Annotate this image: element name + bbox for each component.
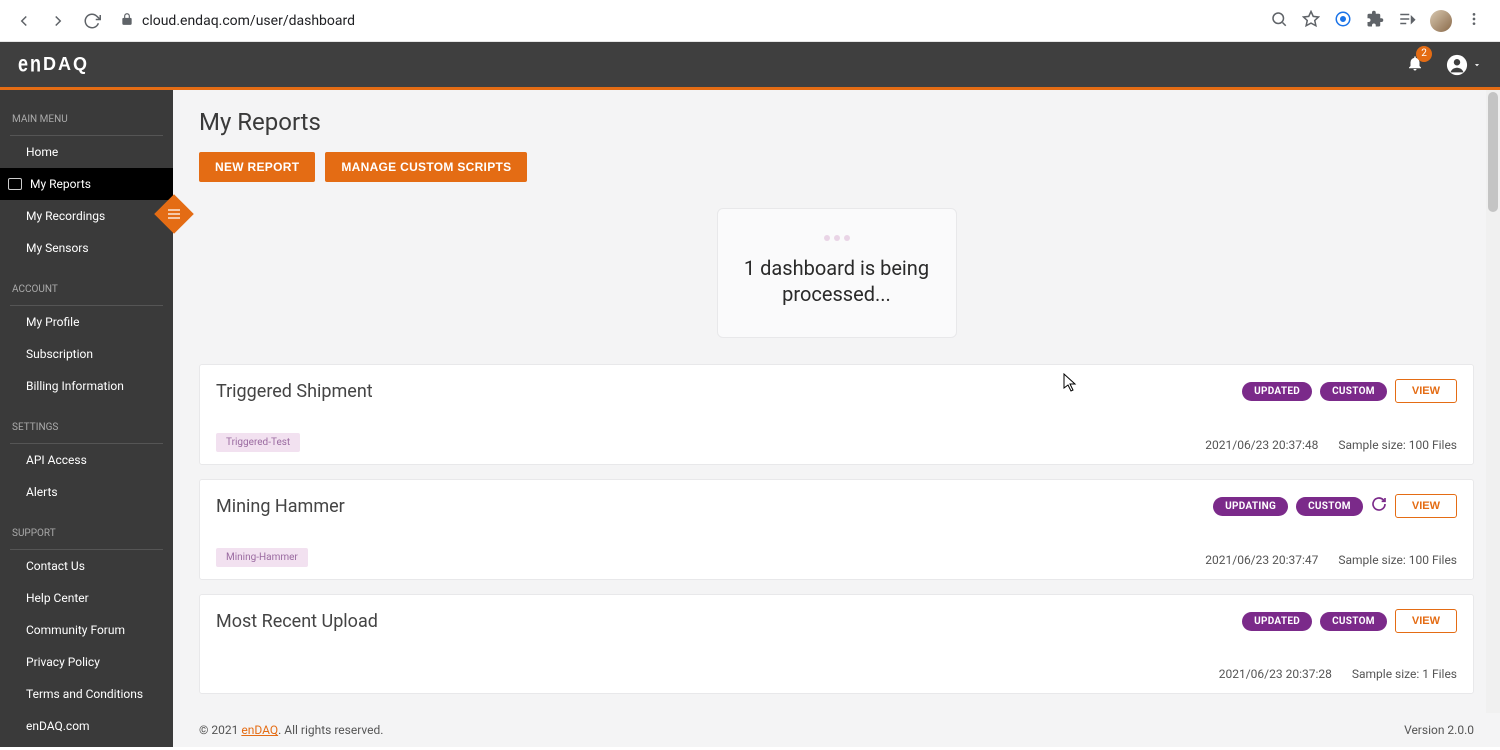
sidebar-item-my-reports[interactable]: My Reports (0, 168, 173, 200)
reading-list-icon[interactable] (1398, 10, 1416, 32)
sidebar-item-terms[interactable]: Terms and Conditions (0, 678, 173, 710)
refresh-icon[interactable] (1371, 496, 1387, 516)
status-badge: UPDATED (1242, 612, 1312, 631)
report-title: Triggered Shipment (216, 381, 373, 402)
timestamp: 2021/06/23 20:37:48 (1205, 438, 1318, 452)
footer-link[interactable]: enDAQ (241, 723, 278, 737)
sidebar-item-contact[interactable]: Contact Us (0, 550, 173, 582)
status-badge: CUSTOM (1320, 382, 1387, 401)
logo[interactable]: enDAQ (18, 54, 89, 75)
view-button[interactable]: VIEW (1395, 379, 1457, 403)
report-card: Mining Hammer UPDATING CUSTOM VIEW Mining-Ha… (199, 479, 1474, 580)
kebab-menu-icon[interactable] (1466, 11, 1482, 31)
status-badge: CUSTOM (1320, 612, 1387, 631)
sidebar-item-privacy[interactable]: Privacy Policy (0, 646, 173, 678)
reports-icon (8, 178, 22, 190)
processing-message: 1 dashboard is being processed... (738, 255, 936, 307)
sidebar-item-subscription[interactable]: Subscription (0, 338, 173, 370)
notification-badge: 2 (1416, 46, 1432, 62)
sidebar-item-my-sensors[interactable]: My Sensors (0, 232, 173, 264)
extension-circle-icon[interactable] (1334, 10, 1352, 32)
notifications-button[interactable]: 2 (1406, 54, 1424, 76)
user-menu[interactable] (1446, 54, 1482, 76)
browser-toolbar: cloud.endaq.com/user/dashboard (0, 0, 1500, 42)
sidebar-section-main: MAIN MENU (0, 108, 173, 131)
sidebar-item-billing[interactable]: Billing Information (0, 370, 173, 402)
sidebar-item-alerts[interactable]: Alerts (0, 476, 173, 508)
timestamp: 2021/06/23 20:37:28 (1219, 667, 1332, 681)
page-title: My Reports (199, 108, 1474, 136)
copyright-post: . All rights reserved. (278, 723, 383, 737)
version-text: Version 2.0.0 (1404, 723, 1474, 737)
loading-dots-icon (738, 235, 936, 241)
status-badge: UPDATED (1242, 382, 1312, 401)
app-header: enDAQ 2 (0, 42, 1500, 90)
report-tag: Triggered-Test (216, 433, 300, 452)
sidebar-section-support: SUPPORT (0, 522, 173, 545)
sidebar-section-account: ACCOUNT (0, 278, 173, 301)
sidebar-item-home[interactable]: Home (0, 136, 173, 168)
sidebar: MAIN MENU Home My Reports My Recordings … (0, 90, 173, 747)
sample-size: Sample size: 1 Files (1352, 667, 1457, 681)
report-tag: Mining-Hammer (216, 548, 308, 567)
view-button[interactable]: VIEW (1395, 494, 1457, 518)
sidebar-item-endaq-site[interactable]: enDAQ.com (0, 710, 173, 742)
sidebar-item-help-center[interactable]: Help Center (0, 582, 173, 614)
status-badge: CUSTOM (1296, 497, 1363, 516)
main-content: My Reports NEW REPORT MANAGE CUSTOM SCRI… (173, 90, 1500, 747)
report-title: Most Recent Upload (216, 611, 378, 632)
report-card: Triggered Shipment UPDATED CUSTOM VIEW Trigg… (199, 364, 1474, 465)
copyright-pre: © 2021 (199, 723, 241, 737)
sidebar-section-settings: SETTINGS (0, 416, 173, 439)
star-icon[interactable] (1302, 10, 1320, 32)
new-report-button[interactable]: NEW REPORT (199, 152, 315, 182)
timestamp: 2021/06/23 20:37:47 (1205, 553, 1318, 567)
lock-icon (120, 11, 134, 30)
scrollbar[interactable] (1486, 90, 1500, 747)
sidebar-item-my-profile[interactable]: My Profile (0, 306, 173, 338)
forward-button[interactable] (44, 7, 72, 35)
zoom-icon[interactable] (1270, 10, 1288, 32)
extensions-icon[interactable] (1366, 10, 1384, 32)
sidebar-item-api-access[interactable]: API Access (0, 444, 173, 476)
report-title: Mining Hammer (216, 496, 345, 517)
report-card: Most Recent Upload UPDATED CUSTOM VIEW 2021/… (199, 594, 1474, 694)
processing-card: 1 dashboard is being processed... (717, 208, 957, 338)
sample-size: Sample size: 100 Files (1338, 553, 1457, 567)
sample-size: Sample size: 100 Files (1338, 438, 1457, 452)
reload-button[interactable] (78, 7, 106, 35)
profile-avatar[interactable] (1430, 10, 1452, 32)
footer: © 2021 enDAQ. All rights reserved. Versi… (173, 713, 1500, 747)
back-button[interactable] (10, 7, 38, 35)
sidebar-item-my-recordings[interactable]: My Recordings (0, 200, 173, 232)
url-text[interactable]: cloud.endaq.com/user/dashboard (142, 13, 355, 29)
manage-scripts-button[interactable]: MANAGE CUSTOM SCRIPTS (325, 152, 527, 182)
sidebar-item-community[interactable]: Community Forum (0, 614, 173, 646)
view-button[interactable]: VIEW (1395, 609, 1457, 633)
status-badge: UPDATING (1213, 497, 1288, 516)
